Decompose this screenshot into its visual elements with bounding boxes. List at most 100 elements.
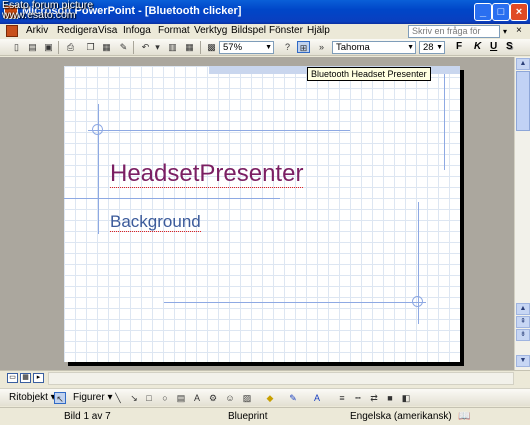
clipart-icon[interactable]: ☺ xyxy=(224,392,236,404)
slide-subtitle-text: Background xyxy=(110,212,201,232)
chevron-down-icon: ▼ xyxy=(265,44,272,51)
textbox-tool-icon[interactable]: ▤ xyxy=(175,392,187,404)
drawing-toolbar: Ritobjekt ▾ ↖ Figurer ▾ ╲ ↘ □ ○ ▤ A ⚙ ☺ … xyxy=(0,388,530,406)
draw-menu-button[interactable]: Ritobjekt ▾ xyxy=(9,392,56,403)
document-icon[interactable] xyxy=(6,25,18,37)
menu-bar: Arkiv Redigera Visa Infoga Format Verkty… xyxy=(0,24,530,39)
document-close-icon[interactable]: × xyxy=(516,25,522,36)
font-size-value: 28 xyxy=(423,42,434,53)
next-slide-icon[interactable]: ⇟ xyxy=(516,329,530,341)
autoshapes-label: Figurer xyxy=(73,392,105,403)
chevron-down-icon: ▼ xyxy=(436,44,443,51)
toolbar-separator xyxy=(200,41,201,54)
font-select[interactable]: Tahoma ▼ xyxy=(332,41,416,54)
dash-style-icon[interactable]: ┅ xyxy=(352,392,364,404)
paste-icon[interactable]: ▦ xyxy=(100,41,113,53)
insert-picture-icon[interactable]: ▨ xyxy=(241,392,253,404)
insert-chart-icon[interactable]: ▥ xyxy=(166,41,179,53)
help-search-input[interactable]: Skriv en fråga för hjälp xyxy=(408,25,500,38)
toolbar-separator xyxy=(133,41,134,54)
save-icon[interactable]: ▣ xyxy=(42,41,55,53)
menu-fonster[interactable]: Fönster xyxy=(269,25,303,36)
menu-infoga[interactable]: Infoga xyxy=(123,25,151,36)
font-color-icon[interactable]: A xyxy=(311,392,323,404)
open-icon[interactable]: ▤ xyxy=(26,41,39,53)
view-bar: ▭ ▦ ▸ xyxy=(0,370,530,385)
maximize-button[interactable]: □ xyxy=(492,3,510,21)
blueprint-line xyxy=(164,302,426,303)
show-grid-icon[interactable]: ▩ xyxy=(205,41,218,53)
3d-style-icon[interactable]: ◧ xyxy=(400,392,412,404)
line-tool-icon[interactable]: ╲ xyxy=(112,392,124,404)
format-painter-icon[interactable]: ✎ xyxy=(117,41,130,53)
shadow-button[interactable]: S xyxy=(506,41,513,52)
arrow-tool-icon[interactable]: ↘ xyxy=(128,392,140,404)
slide-subtitle[interactable]: Background xyxy=(110,212,201,232)
slide-title[interactable]: HeadsetPresenter xyxy=(110,160,304,188)
close-button[interactable]: × xyxy=(510,3,528,21)
watermark: Esato forum picture www.esato.com xyxy=(2,0,93,20)
menu-visa[interactable]: Visa xyxy=(98,25,117,36)
blueprint-circle xyxy=(412,296,423,307)
zoom-value: 57% xyxy=(223,42,243,53)
scroll-up-icon[interactable]: ▲ xyxy=(516,58,530,70)
insert-table-icon[interactable]: ▦ xyxy=(183,41,196,53)
scroll-up-icon[interactable]: ▲ xyxy=(516,303,530,315)
tooltip: Bluetooth Headset Presenter xyxy=(307,67,431,81)
bluetooth-headset-presenter-button[interactable]: ⊞ xyxy=(297,41,310,53)
blueprint-circle xyxy=(92,124,103,135)
menu-arkiv[interactable]: Arkiv xyxy=(26,25,48,36)
arrow-style-icon[interactable]: ⇄ xyxy=(368,392,380,404)
vertical-scrollbar[interactable]: ▲ ▲ ⇞ ⇟ ▼ xyxy=(514,57,530,370)
line-color-icon[interactable]: ✎ xyxy=(287,392,299,404)
diagram-icon[interactable]: ⚙ xyxy=(207,392,219,404)
minimize-button[interactable]: _ xyxy=(474,3,492,21)
normal-view-icon[interactable]: ▭ xyxy=(7,373,18,383)
help-dropdown-icon[interactable]: ▾ xyxy=(500,25,510,38)
menu-redigera[interactable]: Redigera xyxy=(57,25,98,36)
autoshapes-button[interactable]: Figurer ▾ xyxy=(73,392,113,403)
slide-canvas[interactable]: HeadsetPresenter Background xyxy=(64,66,460,362)
language-indicator: Engelska (amerikansk) xyxy=(350,411,452,422)
oval-tool-icon[interactable]: ○ xyxy=(159,392,171,404)
bold-button[interactable]: F xyxy=(456,41,462,52)
blueprint-line xyxy=(64,198,280,199)
fill-color-icon[interactable]: ◆ xyxy=(264,392,276,404)
italic-button[interactable]: K xyxy=(474,41,481,52)
status-bar: Bild 1 av 7 Blueprint Engelska (amerikan… xyxy=(0,407,530,425)
slide-sorter-icon[interactable]: ▦ xyxy=(20,373,31,383)
spellcheck-icon[interactable]: 📖 xyxy=(458,411,470,422)
zoom-select[interactable]: 57% ▼ xyxy=(219,41,274,54)
design-name: Blueprint xyxy=(228,411,268,422)
blueprint-line xyxy=(88,130,350,131)
underline-button[interactable]: U xyxy=(490,41,497,52)
help-icon[interactable]: ? xyxy=(281,41,294,53)
line-style-icon[interactable]: ≡ xyxy=(336,392,348,404)
scroll-thumb[interactable] xyxy=(516,71,530,131)
menu-verktyg[interactable]: Verktyg xyxy=(194,25,227,36)
undo-dropdown-icon[interactable]: ▾ xyxy=(151,41,164,53)
standard-toolbar: ▯ ▤ ▣ ⎙ ❐ ▦ ✎ ↶ ▾ ▥ ▦ ▩ 57% ▼ ? ⊞ » Tahom… xyxy=(0,39,530,56)
font-value: Tahoma xyxy=(336,42,370,53)
wordart-icon[interactable]: A xyxy=(191,392,203,404)
toolbar-options-icon[interactable]: » xyxy=(315,41,328,53)
watermark-line-2: www.esato.com xyxy=(2,9,76,21)
select-pointer-icon[interactable]: ↖ xyxy=(54,392,66,404)
copy-icon[interactable]: ❐ xyxy=(84,41,97,53)
font-size-select[interactable]: 28 ▼ xyxy=(419,41,445,54)
shadow-style-icon[interactable]: ■ xyxy=(384,392,396,404)
chevron-down-icon: ▼ xyxy=(407,44,414,51)
slide-counter: Bild 1 av 7 xyxy=(64,411,111,422)
menu-format[interactable]: Format xyxy=(158,25,190,36)
horizontal-scrollbar[interactable] xyxy=(48,372,514,385)
menu-bildspel[interactable]: Bildspel xyxy=(231,25,266,36)
toolbar-separator xyxy=(58,41,59,54)
slideshow-icon[interactable]: ▸ xyxy=(33,373,44,383)
menu-hjalp[interactable]: Hjälp xyxy=(307,25,330,36)
previous-slide-icon[interactable]: ⇞ xyxy=(516,316,530,328)
rectangle-tool-icon[interactable]: □ xyxy=(143,392,155,404)
print-icon[interactable]: ⎙ xyxy=(64,41,77,53)
scroll-down-icon[interactable]: ▼ xyxy=(516,355,530,367)
draw-menu-label: Ritobjekt xyxy=(9,392,48,403)
new-icon[interactable]: ▯ xyxy=(10,41,23,53)
